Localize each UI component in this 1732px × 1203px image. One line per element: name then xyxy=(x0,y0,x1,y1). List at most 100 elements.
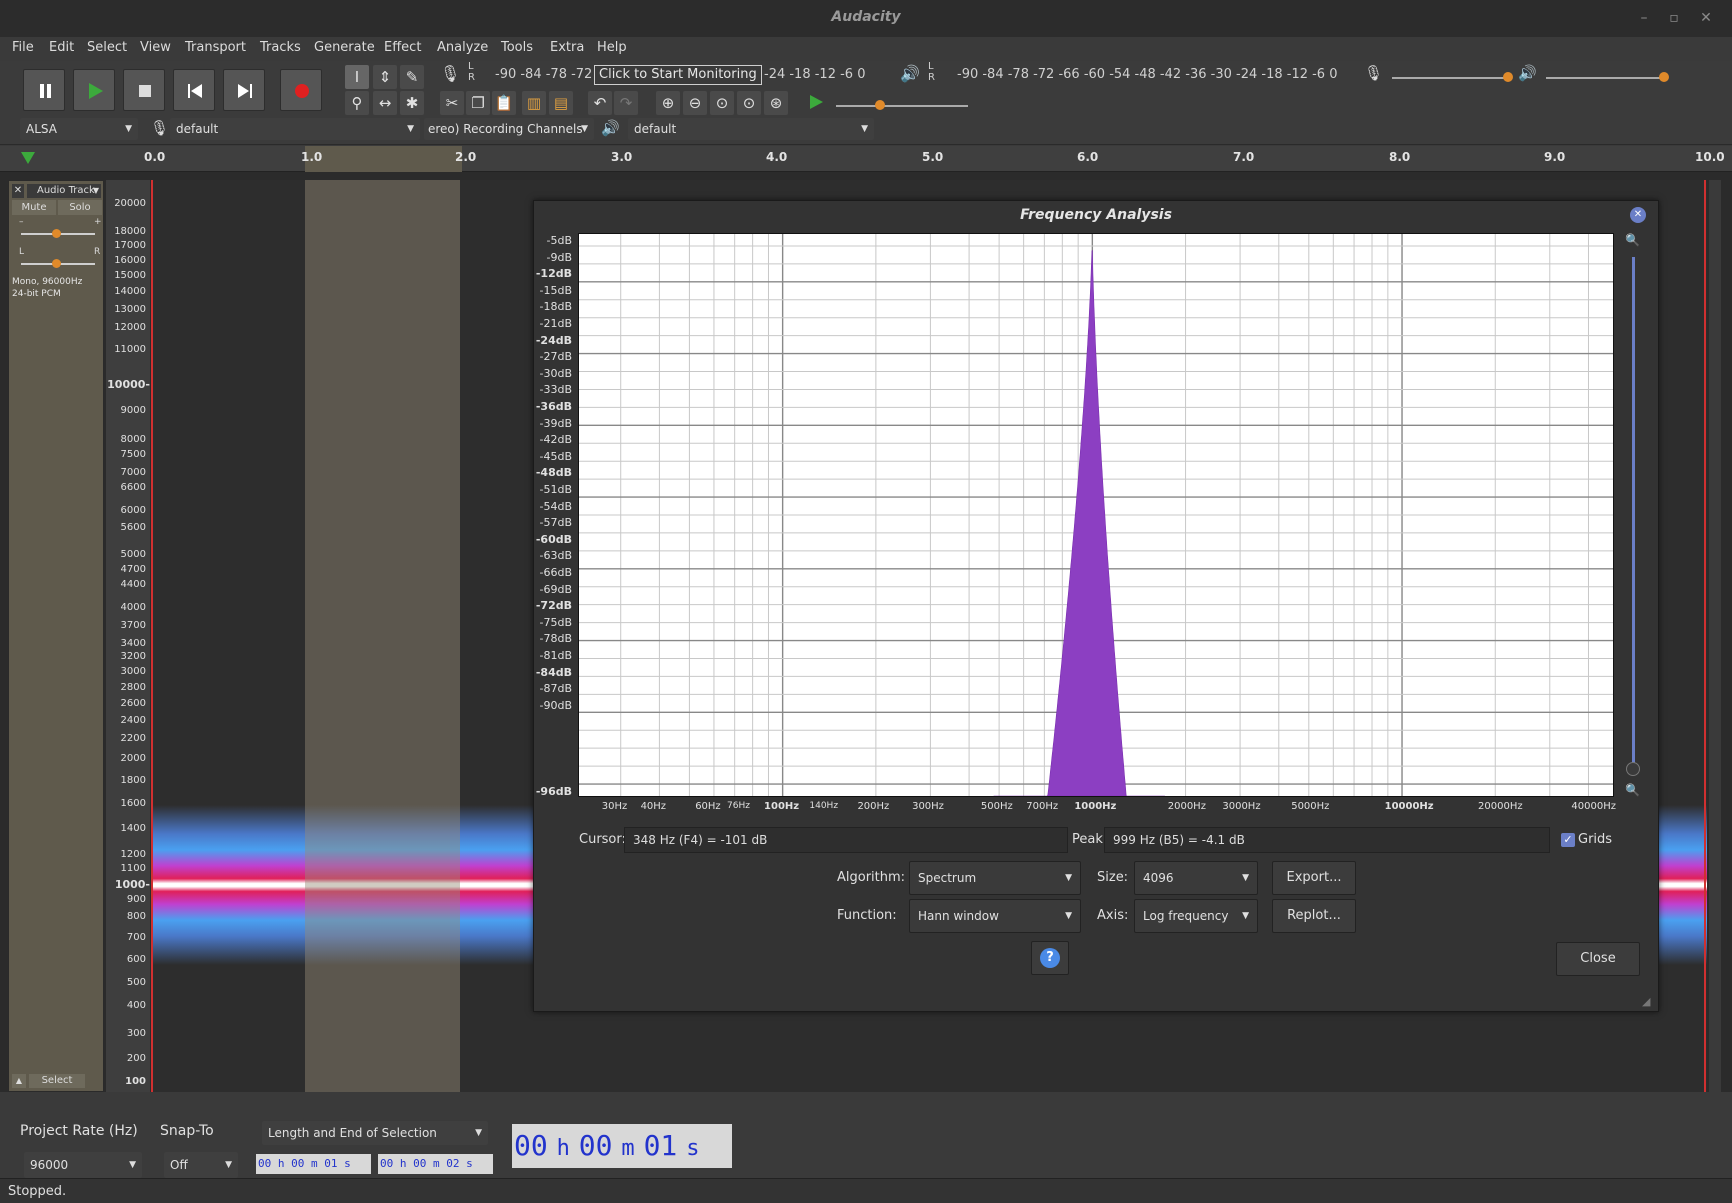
selection-mode-select[interactable]: Length and End of Selection ▼ xyxy=(262,1121,488,1145)
redo-icon[interactable]: ↷ xyxy=(614,91,638,115)
selection-tool-icon[interactable]: I xyxy=(345,65,369,89)
vertical-scrollbar[interactable] xyxy=(1709,180,1721,1092)
vscale-label: 400 xyxy=(126,1000,146,1011)
track-name-menu[interactable]: Audio Track ▼ xyxy=(27,184,101,198)
zoom-in-vertical-icon[interactable]: 🔍 xyxy=(1625,233,1641,247)
vscale-label: 13000 xyxy=(114,304,146,315)
copy-icon[interactable]: ❐ xyxy=(466,91,490,115)
chevron-down-icon: ▼ xyxy=(1242,873,1249,883)
snap-to-select[interactable]: Off ▼ xyxy=(164,1152,238,1178)
menu-bar: File Edit Select View Transport Tracks G… xyxy=(0,37,1732,61)
menu-effect[interactable]: Effect xyxy=(384,40,421,55)
solo-button[interactable]: Solo xyxy=(58,200,102,215)
zoom-out-icon[interactable]: ⊖ xyxy=(683,91,707,115)
multi-tool-icon[interactable]: ✱ xyxy=(400,91,424,115)
trim-icon[interactable]: ▥ xyxy=(522,91,546,115)
vscale-label: 12000 xyxy=(114,322,146,333)
microphone-icon[interactable]: 🎙 xyxy=(440,64,460,83)
menu-transport[interactable]: Transport xyxy=(185,40,246,55)
play-speed-thumb[interactable] xyxy=(875,100,885,110)
fit-project-icon[interactable]: ⊙ xyxy=(737,91,761,115)
zoom-out-vertical-icon[interactable]: 🔍 xyxy=(1625,783,1641,797)
play-button[interactable] xyxy=(73,69,115,111)
spectrum-plot[interactable] xyxy=(578,233,1614,797)
audio-host-select[interactable]: ALSA ▼ xyxy=(20,118,138,140)
timeline-ruler[interactable]: 0.0 1.0 2.0 3.0 4.0 5.0 6.0 7.0 8.0 9.0 … xyxy=(0,146,1732,172)
menu-generate[interactable]: Generate xyxy=(314,40,375,55)
menu-file[interactable]: File xyxy=(12,40,34,55)
start-monitoring-button[interactable]: Click to Start Monitoring xyxy=(594,65,762,85)
vscale-label: 4000 xyxy=(120,602,146,613)
replot-button[interactable]: Replot... xyxy=(1272,899,1356,933)
zoom-in-icon[interactable]: ⊕ xyxy=(656,91,680,115)
vscale-label: 11000 xyxy=(114,344,146,355)
menu-tools[interactable]: Tools xyxy=(501,40,533,55)
play-speed-slider[interactable] xyxy=(836,105,968,107)
zoom-toggle-icon[interactable]: ⊛ xyxy=(764,91,788,115)
export-button[interactable]: Export... xyxy=(1272,861,1356,895)
skip-end-button[interactable] xyxy=(223,69,265,111)
undo-icon[interactable]: ↶ xyxy=(588,91,612,115)
timeshift-tool-icon[interactable]: ↔ xyxy=(373,91,397,115)
minimize-icon[interactable]: – xyxy=(1636,10,1652,26)
fit-selection-icon[interactable]: ⊙ xyxy=(710,91,734,115)
record-volume-slider[interactable] xyxy=(1392,77,1510,79)
close-window-icon[interactable]: ✕ xyxy=(1698,10,1714,26)
zoom-tool-icon[interactable]: ⚲ xyxy=(345,91,369,115)
project-rate-select[interactable]: 96000 ▼ xyxy=(24,1152,142,1178)
record-volume-thumb[interactable] xyxy=(1503,72,1513,82)
vscale-label: 16000 xyxy=(114,255,146,266)
pause-button[interactable] xyxy=(23,69,65,111)
menu-select[interactable]: Select xyxy=(87,40,127,55)
menu-extra[interactable]: Extra xyxy=(550,40,584,55)
vertical-zoom-slider[interactable] xyxy=(1632,257,1635,765)
play-meter-lr: L R xyxy=(928,61,935,83)
frequency-scale[interactable]: 20000 18000 17000 16000 15000 14000 1300… xyxy=(106,180,150,1092)
time-hours-unit: h xyxy=(556,1136,570,1161)
algorithm-select[interactable]: Spectrum ▼ xyxy=(909,861,1081,895)
speaker-icon[interactable]: 🔊 xyxy=(900,64,920,83)
envelope-tool-icon[interactable]: ⇕ xyxy=(373,65,397,89)
collapse-track-icon[interactable]: ▲ xyxy=(12,1074,26,1088)
pan-slider-thumb[interactable] xyxy=(52,259,61,268)
gain-slider-thumb[interactable] xyxy=(52,229,61,238)
close-button[interactable]: Close xyxy=(1556,942,1640,976)
menu-help[interactable]: Help xyxy=(597,40,627,55)
cut-icon[interactable]: ✂ xyxy=(440,91,464,115)
vscale-label: 900 xyxy=(126,894,146,905)
resize-grip-icon[interactable]: ◢ xyxy=(1642,995,1656,1009)
play-at-speed-button[interactable] xyxy=(808,93,824,111)
grids-checkbox[interactable]: ✓ xyxy=(1561,833,1575,847)
draw-tool-icon[interactable]: ✎ xyxy=(400,65,424,89)
close-track-icon[interactable]: ✕ xyxy=(12,184,24,198)
function-select[interactable]: Hann window ▼ xyxy=(909,899,1081,933)
recording-device-select[interactable]: default ▼ xyxy=(170,118,420,140)
vertical-zoom-thumb[interactable] xyxy=(1626,762,1640,776)
silence-icon[interactable]: ▤ xyxy=(549,91,573,115)
help-button[interactable]: ? xyxy=(1031,941,1069,975)
recording-channels-select[interactable]: ereo) Recording Channels ▼ xyxy=(424,118,594,140)
skip-start-button[interactable] xyxy=(173,69,215,111)
menu-view[interactable]: View xyxy=(140,40,171,55)
vscale-label: 18000 xyxy=(114,226,146,237)
menu-edit[interactable]: Edit xyxy=(49,40,74,55)
paste-icon[interactable]: 📋 xyxy=(492,91,516,115)
playback-volume-slider[interactable] xyxy=(1546,77,1664,79)
size-select[interactable]: 4096 ▼ xyxy=(1134,861,1258,895)
playback-device-select[interactable]: default ▼ xyxy=(628,118,874,140)
playback-volume-thumb[interactable] xyxy=(1659,72,1669,82)
audio-position-display[interactable]: 00 h 00 m 01 s xyxy=(512,1124,732,1168)
menu-tracks[interactable]: Tracks xyxy=(260,40,301,55)
stop-button[interactable] xyxy=(123,69,165,111)
dialog-close-icon[interactable]: ✕ xyxy=(1630,207,1646,223)
selection-end-time[interactable]: 00 h 00 m 02 s xyxy=(378,1154,493,1174)
maximize-icon[interactable]: ▫ xyxy=(1666,10,1682,26)
record-button[interactable] xyxy=(280,69,322,111)
pin-playhead-icon[interactable] xyxy=(20,151,36,168)
vscale-label: 7500 xyxy=(120,449,146,460)
mute-button[interactable]: Mute xyxy=(12,200,56,215)
selection-start-time[interactable]: 00 h 00 m 01 s xyxy=(256,1154,371,1174)
select-track-button[interactable]: Select xyxy=(29,1074,85,1088)
menu-analyze[interactable]: Analyze xyxy=(437,40,488,55)
axis-select[interactable]: Log frequency ▼ xyxy=(1134,899,1258,933)
